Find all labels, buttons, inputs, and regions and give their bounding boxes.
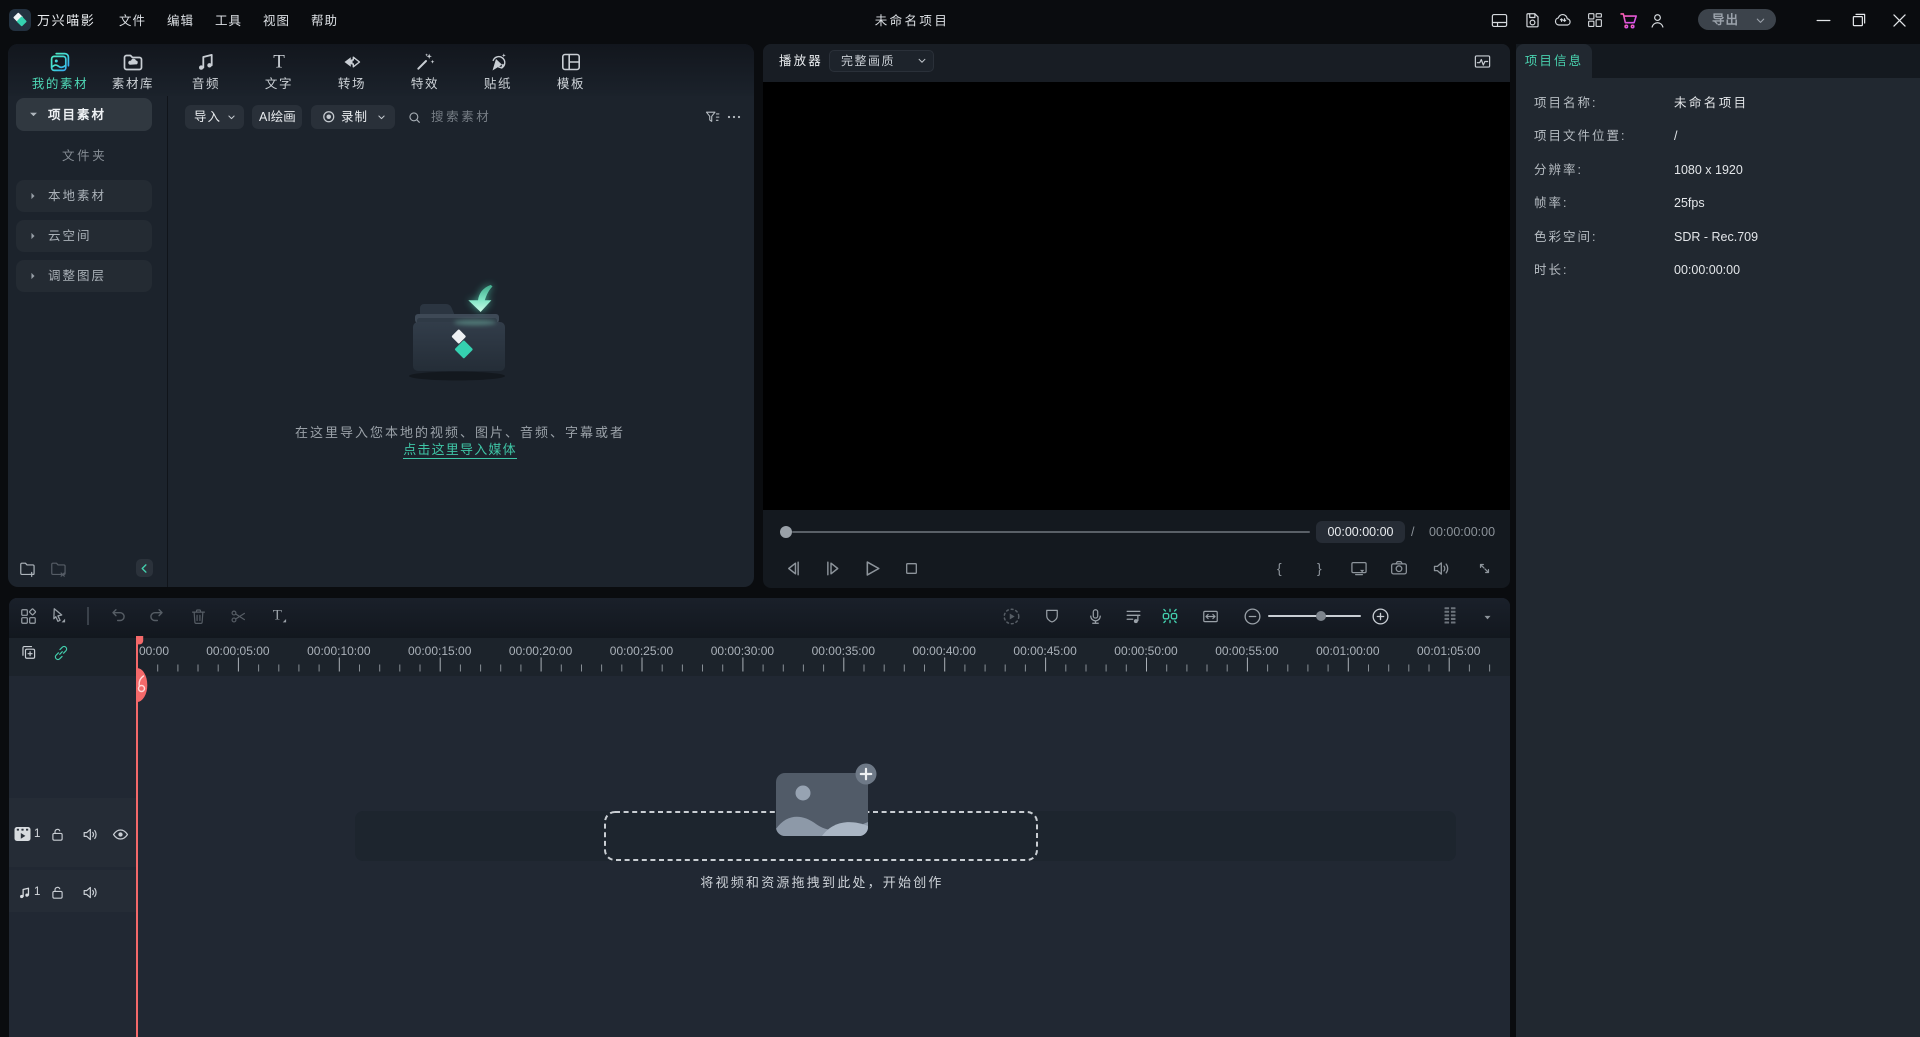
svg-text:00:00:55:00: 00:00:55:00 [1215, 644, 1279, 658]
svg-text:00:00:30:00: 00:00:30:00 [711, 644, 775, 658]
svg-text:T: T [273, 51, 285, 72]
svg-text:00:00:05:00: 00:00:05:00 [206, 644, 270, 658]
svg-text:00:00:25:00: 00:00:25:00 [610, 644, 674, 658]
svg-text:00:00:50:00: 00:00:50:00 [1114, 644, 1178, 658]
svg-text:00:01:05:00: 00:01:05:00 [1417, 644, 1481, 658]
svg-text:00:01:00:00: 00:01:00:00 [1316, 644, 1380, 658]
svg-text:00:00:40:00: 00:00:40:00 [912, 644, 976, 658]
svg-text:00:00:10:00: 00:00:10:00 [307, 644, 371, 658]
svg-text:00:00:20:00: 00:00:20:00 [509, 644, 573, 658]
svg-text:00:00:35:00: 00:00:35:00 [812, 644, 876, 658]
svg-text:T: T [273, 608, 282, 624]
svg-text:00:00:15:00: 00:00:15:00 [408, 644, 472, 658]
svg-text:00:00:45:00: 00:00:45:00 [1013, 644, 1077, 658]
